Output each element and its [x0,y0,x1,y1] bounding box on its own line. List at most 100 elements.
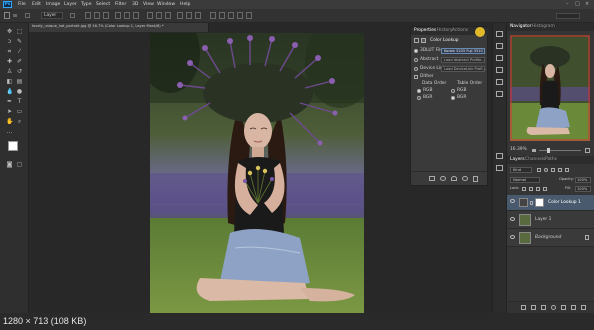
filter-smart-object-icon[interactable] [565,168,569,172]
history-brush-tool-icon[interactable]: ↺ [16,68,23,75]
blend-mode-dropdown[interactable]: Normal [510,177,540,183]
view-previous-icon[interactable] [440,176,446,181]
lock-pixels-icon[interactable] [529,187,533,191]
filter-shape-icon[interactable] [558,168,562,172]
menu-help[interactable]: Help [180,2,190,7]
3d-rotate-icon[interactable] [219,12,225,19]
gradient-tool-icon[interactable]: ▤ [16,78,23,85]
tab-actions[interactable]: Actions [452,28,468,33]
layer-style-icon[interactable] [531,305,536,310]
clip-to-layer-icon[interactable] [429,176,435,181]
delete-layer-icon[interactable] [581,305,586,310]
align-left-icon[interactable] [115,12,121,19]
menu-filter[interactable]: Filter [115,2,126,7]
document-canvas-image[interactable] [150,33,364,320]
menu-select[interactable]: Select [96,2,110,7]
distribute-center-icon[interactable] [186,12,192,19]
tab-histogram[interactable]: Histogram [532,24,555,29]
minimize-icon[interactable]: – [566,1,569,7]
quick-mask-icon[interactable]: ◙ [6,161,13,168]
layer-row-color-lookup[interactable]: Color Lookup 1 [507,195,594,211]
3dlut-radio[interactable] [414,49,418,53]
tab-layers[interactable]: Layers [510,157,525,162]
paragraph-panel-icon[interactable] [496,165,503,171]
screen-mode-icon[interactable]: ▢ [16,161,23,168]
auto-select-dropdown[interactable]: Layer [41,12,63,19]
layer-name[interactable]: Color Lookup 1 [548,200,581,205]
visibility-eye-icon[interactable] [510,199,515,203]
new-group-icon[interactable] [561,305,566,310]
table-order-rgb-radio[interactable] [451,89,455,93]
zoom-tool-icon[interactable]: ⌕ [16,118,23,125]
link-layers-icon[interactable] [521,305,526,310]
opacity-field[interactable]: 100% [575,177,591,183]
lock-all-icon[interactable] [543,187,547,191]
abstract-dropdown[interactable]: Load Abstract Profile... [441,57,485,63]
dodge-tool-icon[interactable]: ● [16,88,23,95]
align-right-icon[interactable] [133,12,139,19]
zoom-in-icon[interactable] [585,148,590,153]
distribute-right-icon[interactable] [195,12,201,19]
add-mask-icon[interactable] [541,305,546,310]
marquee-tool-icon[interactable]: ⬚ [16,28,23,35]
visibility-eye-icon[interactable] [510,217,515,221]
tab-properties[interactable]: Properties [414,28,436,33]
path-selection-tool-icon[interactable]: ➤ [6,108,13,115]
more-tools-icon[interactable]: … [6,128,13,135]
document-tab[interactable]: lovely_unique_hat_portrait.jpg @ 16.7% (… [29,23,209,32]
menu-file[interactable]: File [18,2,26,7]
abstract-radio[interactable] [414,58,418,62]
data-order-bgr-radio[interactable] [417,96,421,100]
menu-edit[interactable]: Edit [32,2,41,7]
visibility-icon[interactable] [462,176,468,181]
pen-tool-icon[interactable]: ✒ [6,98,13,105]
crop-tool-icon[interactable]: ⌗ [6,48,13,55]
menu-window[interactable]: Window [157,2,175,7]
blur-tool-icon[interactable]: 💧 [6,88,13,95]
auto-select-checkbox[interactable] [25,13,30,18]
hand-tool-icon[interactable]: ✋ [6,118,13,125]
tab-channels[interactable]: Channels [525,157,545,162]
layer-name[interactable]: Background [535,235,561,240]
data-order-rgb-radio[interactable] [417,89,421,93]
3d-slide-icon[interactable] [246,12,252,19]
character-panel-icon[interactable] [496,153,503,159]
zoom-slider-thumb[interactable] [547,148,550,153]
quick-select-tool-icon[interactable]: ✎ [16,38,23,45]
distribute-left-icon[interactable] [177,12,183,19]
tab-paths[interactable]: Paths [545,157,557,162]
align-middle-icon[interactable] [94,12,100,19]
dither-checkbox[interactable] [414,75,418,79]
device-link-radio[interactable] [414,67,418,71]
maximize-icon[interactable]: □ [575,1,580,7]
3d-mode-icon[interactable] [210,12,216,19]
eyedropper-tool-icon[interactable]: ⁄ [16,48,23,55]
new-adjustment-icon[interactable] [551,305,556,310]
eraser-tool-icon[interactable]: ◧ [6,78,13,85]
reset-icon[interactable] [451,176,457,181]
move-tool-icon[interactable]: ✥ [6,28,13,35]
menu-view[interactable]: View [143,2,154,7]
history-panel-icon[interactable] [496,31,503,37]
filter-type-icon[interactable] [551,168,555,172]
brush-tool-icon[interactable]: ✐ [16,58,23,65]
properties-panel-icon[interactable] [496,55,503,61]
zoom-out-icon[interactable] [532,149,536,152]
mask-icon[interactable] [421,38,426,43]
filter-pixel-icon[interactable] [537,168,541,172]
tab-navigator[interactable]: Navigator [510,24,531,29]
close-icon[interactable]: × [585,1,589,7]
trash-icon[interactable] [473,176,478,182]
layer-mask-thumbnail[interactable] [535,198,544,207]
3d-roll-icon[interactable] [228,12,234,19]
navigator-thumbnail[interactable] [510,35,590,141]
move-tool-icon[interactable] [4,12,10,19]
visibility-eye-icon[interactable] [510,235,515,239]
tab-history[interactable]: History [437,28,453,33]
adjustments-panel-icon[interactable] [496,67,503,73]
zoom-slider[interactable] [539,148,581,153]
swatches-panel-icon[interactable] [496,79,503,85]
clone-stamp-tool-icon[interactable]: ♙ [6,68,13,75]
distribute-bottom-icon[interactable] [165,12,171,19]
healing-brush-tool-icon[interactable]: ✚ [6,58,13,65]
